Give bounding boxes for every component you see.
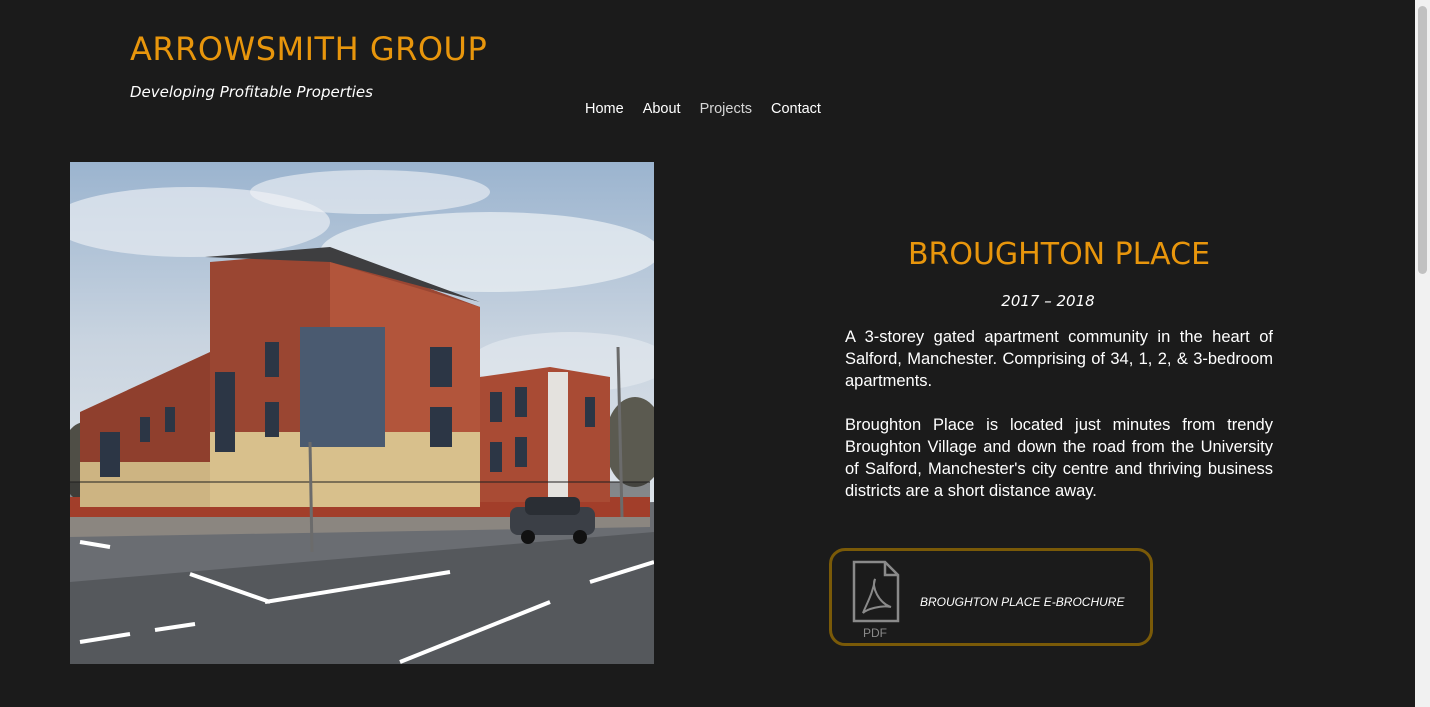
site-title[interactable]: ARROWSMITH GROUP bbox=[130, 30, 487, 68]
scrollbar-thumb[interactable] bbox=[1418, 6, 1427, 274]
project-title: BROUGHTON PLACE bbox=[907, 237, 1211, 272]
description-paragraph: Broughton Place is located just minutes … bbox=[845, 416, 1273, 500]
description-paragraph: A 3-storey gated apartment community in … bbox=[845, 328, 1273, 390]
site-tagline: Developing Profitable Properties bbox=[130, 83, 373, 101]
brochure-label: BROUGHTON PLACE E-BROCHURE bbox=[920, 595, 1125, 609]
building-photo-icon bbox=[70, 162, 654, 664]
brochure-download-button[interactable]: PDF BROUGHTON PLACE E-BROCHURE bbox=[829, 548, 1153, 646]
pdf-file-icon: PDF bbox=[851, 559, 901, 643]
nav-projects[interactable]: Projects bbox=[700, 101, 752, 117]
pdf-caption: PDF bbox=[863, 626, 887, 639]
project-years: 2017 – 2018 bbox=[1001, 292, 1095, 310]
nav-contact[interactable]: Contact bbox=[771, 101, 821, 117]
page-scrollbar[interactable] bbox=[1415, 0, 1430, 707]
project-photo bbox=[70, 162, 654, 664]
project-description: A 3-storey gated apartment community in … bbox=[845, 326, 1273, 524]
nav-about[interactable]: About bbox=[643, 101, 681, 117]
main-nav: Home About Projects Contact bbox=[585, 101, 840, 117]
nav-home[interactable]: Home bbox=[585, 101, 624, 117]
